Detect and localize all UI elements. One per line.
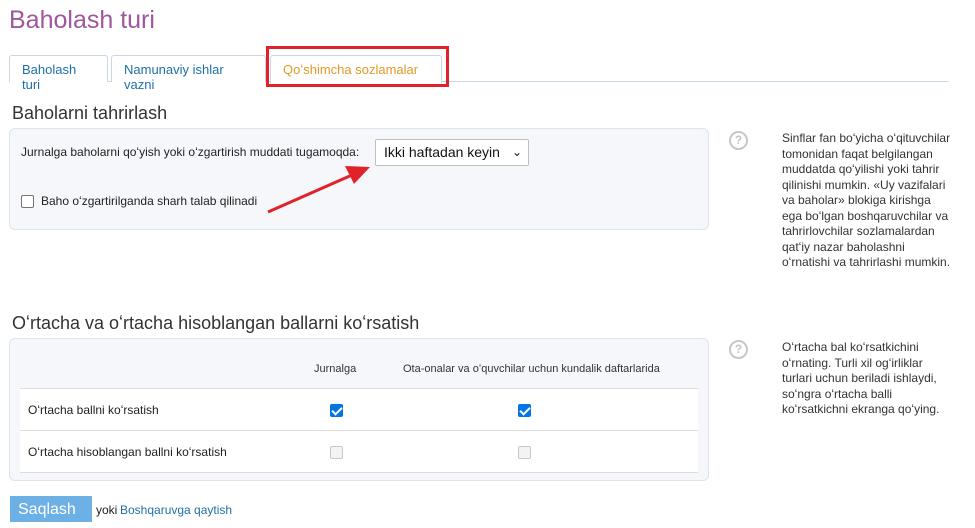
annotation-arrow-icon bbox=[267, 166, 370, 214]
